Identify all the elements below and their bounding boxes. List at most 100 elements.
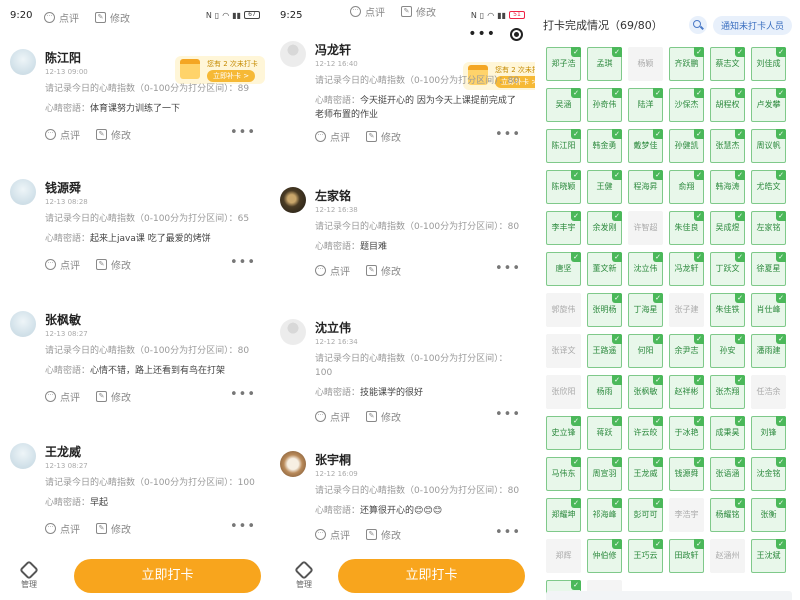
comment-button[interactable]: ··· 点评	[45, 389, 80, 404]
member-cell[interactable]: 成秉昊 ✓	[710, 416, 745, 450]
avatar[interactable]	[10, 311, 36, 337]
member-cell[interactable]: 周议帆 ✓	[751, 129, 786, 163]
member-cell[interactable]: 胡程权 ✓	[710, 88, 745, 122]
member-cell[interactable]: 周宣羽 ✓	[587, 457, 622, 491]
member-cell[interactable]: 孟琪 ✓	[587, 47, 622, 81]
member-cell[interactable]: 冯龙轩 ✓	[669, 252, 704, 286]
member-cell[interactable]: 陆洋 ✓	[628, 88, 663, 122]
member-cell[interactable]: 仲伯修 ✓	[587, 539, 622, 573]
member-cell[interactable]: 郭旋伟	[546, 293, 581, 327]
more-icon[interactable]: •••	[495, 127, 521, 142]
member-cell[interactable]: 吴涵 ✓	[546, 88, 581, 122]
comment-button[interactable]: ··· 点评	[315, 263, 350, 278]
member-cell[interactable]: 董文新 ✓	[587, 252, 622, 286]
punch-in-button[interactable]: 立即打卡	[74, 559, 261, 593]
manage-button[interactable]: 管理	[270, 559, 338, 590]
member-cell[interactable]: 田政轩 ✓	[669, 539, 704, 573]
member-cell[interactable]: 沈金铭 ✓	[751, 457, 786, 491]
member-cell[interactable]: 郑子浩 ✓	[546, 47, 581, 81]
member-cell[interactable]: 肖仕峰 ✓	[751, 293, 786, 327]
member-cell[interactable]: 刘锋 ✓	[751, 416, 786, 450]
member-cell[interactable]: 郑辉	[546, 539, 581, 573]
member-cell[interactable]: 齐跃鹏 ✓	[669, 47, 704, 81]
member-cell[interactable]: 杨颖	[628, 47, 663, 81]
avatar[interactable]	[10, 443, 36, 469]
member-cell[interactable]: 尤皓文 ✓	[751, 170, 786, 204]
member-cell[interactable]: 韩金勇 ✓	[587, 129, 622, 163]
member-cell[interactable]: 赵涵州	[710, 539, 745, 573]
member-cell[interactable]: 蔡志文 ✓	[710, 47, 745, 81]
member-cell[interactable]: 王沈斌 ✓	[751, 539, 786, 573]
more-icon[interactable]: •••	[230, 255, 256, 270]
edit-button[interactable]: ✎ 修改	[96, 521, 131, 536]
member-cell[interactable]: 丁跃文 ✓	[710, 252, 745, 286]
member-cell[interactable]: 张衡 ✓	[751, 498, 786, 532]
avatar[interactable]	[10, 179, 36, 205]
member-cell[interactable]: 李浩宇	[669, 498, 704, 532]
edit-button[interactable]: ✎ 修改	[366, 409, 401, 424]
member-cell[interactable]: 赵祥彬 ✓	[669, 375, 704, 409]
member-cell[interactable]: 刘佳成 ✓	[751, 47, 786, 81]
notify-unchecked-button[interactable]: 通知未打卡人员	[712, 15, 792, 35]
edit-button[interactable]: ✎ 修改	[366, 263, 401, 278]
manage-button[interactable]: 管理	[0, 559, 58, 590]
member-cell[interactable]: 沙保杰 ✓	[669, 88, 704, 122]
member-cell[interactable]: 祁海峰 ✓	[587, 498, 622, 532]
member-cell[interactable]: 何阳 ✓	[628, 334, 663, 368]
member-cell[interactable]: 于冰艳 ✓	[669, 416, 704, 450]
member-cell[interactable]: 王健 ✓	[587, 170, 622, 204]
member-cell[interactable]: 余发刚 ✓	[587, 211, 622, 245]
member-cell[interactable]: 陈晓颖 ✓	[546, 170, 581, 204]
comment-button[interactable]: ··· 点评	[45, 257, 80, 272]
avatar[interactable]	[10, 49, 36, 75]
member-cell[interactable]: 朱佳铁 ✓	[710, 293, 745, 327]
member-cell[interactable]: 沈立伟 ✓	[628, 252, 663, 286]
member-cell[interactable]: 程海昇 ✓	[628, 170, 663, 204]
edit-button[interactable]: ✎ 修改	[366, 129, 401, 144]
member-cell[interactable]: 张译文	[546, 334, 581, 368]
member-cell[interactable]: 潘雨建 ✓	[751, 334, 786, 368]
more-icon[interactable]: •••	[495, 261, 521, 276]
member-cell[interactable]: 杨耀铭 ✓	[710, 498, 745, 532]
comment-button[interactable]: ··· 点评	[350, 4, 385, 19]
comment-button[interactable]: ··· 点评	[45, 521, 80, 536]
member-cell[interactable]: 左家铭 ✓	[751, 211, 786, 245]
member-cell[interactable]: 张欣阳	[546, 375, 581, 409]
member-cell[interactable]: 郑耀坤 ✓	[546, 498, 581, 532]
avatar[interactable]	[280, 451, 306, 477]
member-cell[interactable]: 孙安 ✓	[710, 334, 745, 368]
punch-in-button[interactable]: 立即打卡	[338, 559, 525, 593]
member-cell[interactable]: 许智超	[628, 211, 663, 245]
member-cell[interactable]: 卢发攀 ✓	[751, 88, 786, 122]
member-cell[interactable]: 丁海星 ✓	[628, 293, 663, 327]
member-cell[interactable]: 戴梦佳 ✓	[628, 129, 663, 163]
member-cell[interactable]: 孙奇伟 ✓	[587, 88, 622, 122]
comment-button[interactable]: ··· 点评	[45, 127, 80, 142]
comment-button[interactable]: ··· 点评	[315, 129, 350, 144]
member-cell[interactable]: 任浩余	[751, 375, 786, 409]
member-cell[interactable]: 张枫敏 ✓	[628, 375, 663, 409]
more-icon[interactable]: •••	[230, 519, 256, 534]
edit-button[interactable]: ✎ 修改	[366, 527, 401, 542]
member-cell[interactable]: 蒋跃 ✓	[587, 416, 622, 450]
member-cell[interactable]: 许云皎 ✓	[628, 416, 663, 450]
edit-button[interactable]: ✎ 修改	[401, 4, 436, 19]
comment-button[interactable]: ··· 点评	[315, 527, 350, 542]
member-cell[interactable]: 唐坚 ✓	[546, 252, 581, 286]
member-cell[interactable]: 王路遥 ✓	[587, 334, 622, 368]
member-cell[interactable]: 孙健凯 ✓	[669, 129, 704, 163]
member-cell[interactable]: 王龙威 ✓	[628, 457, 663, 491]
member-cell[interactable]: 李丰宇 ✓	[546, 211, 581, 245]
more-icon[interactable]: •••	[230, 387, 256, 402]
edit-button[interactable]: ✎ 修改	[96, 127, 131, 142]
member-cell[interactable]: 张语涵 ✓	[710, 457, 745, 491]
member-cell[interactable]: 吴成煜 ✓	[710, 211, 745, 245]
member-cell[interactable]: 张明杨 ✓	[587, 293, 622, 327]
edit-button[interactable]: ✎ 修改	[95, 10, 130, 25]
member-cell[interactable]: 王巧云 ✓	[628, 539, 663, 573]
member-cell[interactable]: 彭可可 ✓	[628, 498, 663, 532]
more-icon[interactable]: •••	[230, 125, 256, 140]
member-cell[interactable]: 史立锋 ✓	[546, 416, 581, 450]
member-cell[interactable]: 徐夏星 ✓	[751, 252, 786, 286]
member-cell[interactable]: 俞翔 ✓	[669, 170, 704, 204]
